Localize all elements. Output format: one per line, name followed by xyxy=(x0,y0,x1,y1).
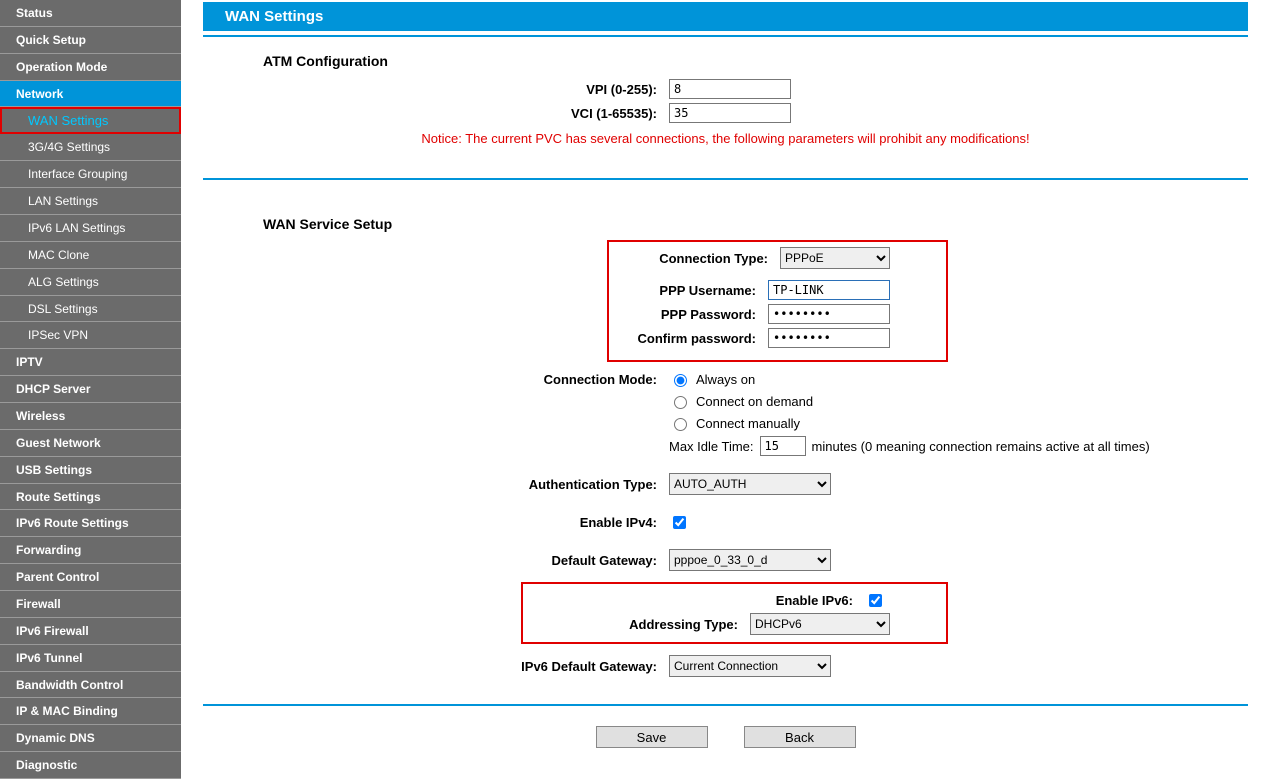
sidebar: StatusQuick SetupOperation ModeNetworkWA… xyxy=(0,0,181,779)
sidebar-item-ipv6-lan-settings[interactable]: IPv6 LAN Settings xyxy=(0,215,181,242)
divider xyxy=(203,704,1248,706)
sidebar-item-route-settings[interactable]: Route Settings xyxy=(0,484,181,511)
connection-type-select[interactable]: PPPoE xyxy=(780,247,890,269)
enable-ipv6-checkbox[interactable] xyxy=(869,594,882,607)
ipv6-default-gateway-label: IPv6 Default Gateway: xyxy=(203,659,663,674)
sidebar-item-iptv[interactable]: IPTV xyxy=(0,349,181,376)
always-on-label: Always on xyxy=(696,372,755,387)
connect-manually-label: Connect manually xyxy=(696,416,800,431)
sidebar-item-quick-setup[interactable]: Quick Setup xyxy=(0,27,181,54)
connect-on-demand-radio[interactable] xyxy=(674,396,687,409)
wan-service-setup-title: WAN Service Setup xyxy=(263,216,1248,232)
sidebar-item-usb-settings[interactable]: USB Settings xyxy=(0,457,181,484)
sidebar-item-status[interactable]: Status xyxy=(0,0,181,27)
confirm-password-label: Confirm password: xyxy=(609,331,762,346)
vpi-input[interactable] xyxy=(669,79,791,99)
connection-mode-label: Connection Mode: xyxy=(203,372,663,387)
enable-ipv6-label: Enable IPv6: xyxy=(523,593,859,608)
sidebar-item-dsl-settings[interactable]: DSL Settings xyxy=(0,296,181,323)
always-on-radio[interactable] xyxy=(674,374,687,387)
sidebar-item-parent-control[interactable]: Parent Control xyxy=(0,564,181,591)
sidebar-item-ip-mac-binding[interactable]: IP & MAC Binding xyxy=(0,698,181,725)
sidebar-item-dynamic-dns[interactable]: Dynamic DNS xyxy=(0,725,181,752)
save-button[interactable]: Save xyxy=(596,726,708,748)
sidebar-item-bandwidth-control[interactable]: Bandwidth Control xyxy=(0,672,181,699)
connect-manually-radio[interactable] xyxy=(674,418,687,431)
max-idle-time-after: minutes (0 meaning connection remains ac… xyxy=(812,439,1150,454)
connection-highlight-box: Connection Type: PPPoE PPP Username: PPP… xyxy=(607,240,948,362)
connection-type-label: Connection Type: xyxy=(609,251,774,266)
sidebar-item-wireless[interactable]: Wireless xyxy=(0,403,181,430)
ipv6-default-gateway-select[interactable]: Current Connection xyxy=(669,655,831,677)
sidebar-item-wan-settings[interactable]: WAN Settings xyxy=(0,107,181,134)
atm-configuration-title: ATM Configuration xyxy=(263,53,1248,69)
sidebar-item-interface-grouping[interactable]: Interface Grouping xyxy=(0,161,181,188)
ppp-username-input[interactable] xyxy=(768,280,890,300)
sidebar-item-ipv6-route-settings[interactable]: IPv6 Route Settings xyxy=(0,510,181,537)
sidebar-item-lan-settings[interactable]: LAN Settings xyxy=(0,188,181,215)
sidebar-item-diagnostic[interactable]: Diagnostic xyxy=(0,752,181,779)
vci-label: VCI (1-65535): xyxy=(203,106,663,121)
sidebar-item-ipsec-vpn[interactable]: IPSec VPN xyxy=(0,322,181,349)
sidebar-item-firewall[interactable]: Firewall xyxy=(0,591,181,618)
divider xyxy=(203,35,1248,37)
sidebar-item-3g-4g-settings[interactable]: 3G/4G Settings xyxy=(0,134,181,161)
sidebar-item-alg-settings[interactable]: ALG Settings xyxy=(0,269,181,296)
page-title: WAN Settings xyxy=(203,2,1248,31)
vci-input[interactable] xyxy=(669,103,791,123)
authentication-type-select[interactable]: AUTO_AUTH xyxy=(669,473,831,495)
sidebar-item-guest-network[interactable]: Guest Network xyxy=(0,430,181,457)
sidebar-item-operation-mode[interactable]: Operation Mode xyxy=(0,54,181,81)
sidebar-item-ipv6-tunnel[interactable]: IPv6 Tunnel xyxy=(0,645,181,672)
enable-ipv4-checkbox[interactable] xyxy=(673,516,686,529)
ppp-username-label: PPP Username: xyxy=(609,283,762,298)
confirm-password-input[interactable] xyxy=(768,328,890,348)
back-button[interactable]: Back xyxy=(744,726,856,748)
max-idle-time-label: Max Idle Time: xyxy=(669,439,754,454)
addressing-type-label: Addressing Type: xyxy=(523,617,744,632)
authentication-type-label: Authentication Type: xyxy=(203,477,663,492)
sidebar-item-mac-clone[interactable]: MAC Clone xyxy=(0,242,181,269)
max-idle-time-input[interactable] xyxy=(760,436,806,456)
ipv6-highlight-box: Enable IPv6: Addressing Type: DHCPv6 xyxy=(521,582,948,644)
sidebar-item-forwarding[interactable]: Forwarding xyxy=(0,537,181,564)
ppp-password-input[interactable] xyxy=(768,304,890,324)
sidebar-item-dhcp-server[interactable]: DHCP Server xyxy=(0,376,181,403)
default-gateway-label: Default Gateway: xyxy=(203,553,663,568)
main-content: WAN Settings ATM Configuration VPI (0-25… xyxy=(181,0,1284,779)
ppp-password-label: PPP Password: xyxy=(609,307,762,322)
addressing-type-select[interactable]: DHCPv6 xyxy=(750,613,890,635)
pvc-notice: Notice: The current PVC has several conn… xyxy=(203,131,1248,146)
sidebar-item-ipv6-firewall[interactable]: IPv6 Firewall xyxy=(0,618,181,645)
connect-on-demand-label: Connect on demand xyxy=(696,394,813,409)
sidebar-item-network[interactable]: Network xyxy=(0,81,181,108)
divider xyxy=(203,178,1248,180)
enable-ipv4-label: Enable IPv4: xyxy=(203,515,663,530)
vpi-label: VPI (0-255): xyxy=(203,82,663,97)
default-gateway-select[interactable]: pppoe_0_33_0_d xyxy=(669,549,831,571)
